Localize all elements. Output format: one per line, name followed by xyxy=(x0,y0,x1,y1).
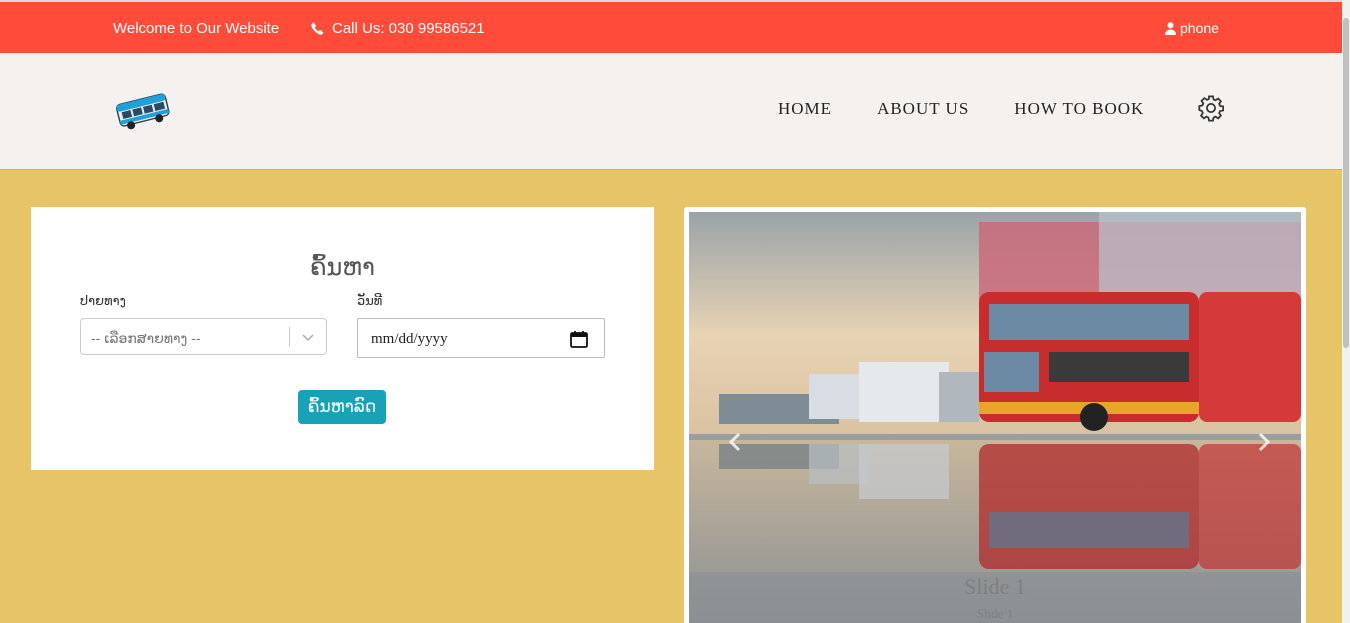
slide-caption-title: Slide 1 xyxy=(964,574,1026,599)
account-link[interactable]: phone xyxy=(1165,20,1219,36)
welcome-text: Welcome to Our Website xyxy=(113,20,280,37)
carousel-next-icon[interactable] xyxy=(1255,432,1273,452)
bus-logo-icon[interactable] xyxy=(113,87,173,135)
search-title: ຄົ້ນຫາ xyxy=(310,254,375,281)
destination-label: ປາຍທາງ xyxy=(80,293,126,308)
call-us: Call Us: 030 99586521 xyxy=(311,20,485,37)
carousel-slide: Slide 1 Slide 1 xyxy=(689,212,1301,623)
call-us-text: Call Us: 030 99586521 xyxy=(332,20,485,37)
select-separator xyxy=(289,327,290,347)
nav-about-us[interactable]: ABOUT US xyxy=(877,99,969,119)
phone-icon xyxy=(311,22,324,35)
carousel-prev-icon[interactable] xyxy=(726,432,744,452)
date-value: mm/dd/yyyy xyxy=(371,331,448,347)
top-bar: Welcome to Our Website Call Us: 030 9958… xyxy=(0,0,1342,53)
nav-home[interactable]: HOME xyxy=(778,99,832,119)
user-icon xyxy=(1165,21,1176,35)
main-nav: HOME ABOUT US HOW TO BOOK xyxy=(778,99,1144,119)
destination-select[interactable]: -- ເລືອກສາຍທາງ -- xyxy=(80,318,327,355)
search-bus-button[interactable]: ຄົ້ນຫາລົດ xyxy=(298,390,386,424)
header: HOME ABOUT US HOW TO BOOK xyxy=(0,53,1342,169)
chevron-down-icon[interactable] xyxy=(300,329,316,345)
scrollbar[interactable] xyxy=(1342,0,1350,623)
page: Welcome to Our Website Call Us: 030 9958… xyxy=(0,0,1350,623)
destination-placeholder: -- ເລືອກສາຍທາງ -- xyxy=(91,330,201,346)
date-field[interactable]: mm/dd/yyyy xyxy=(357,318,605,358)
gear-icon[interactable] xyxy=(1197,94,1225,122)
main-section: ຄົ້ນຫາ ປາຍທາງ ວັນທີ -- ເລືອກສາຍທາງ -- mm… xyxy=(0,169,1342,623)
calendar-icon[interactable] xyxy=(569,329,589,349)
slide-caption-subtitle: Slide 1 xyxy=(976,606,1014,621)
scrollbar-thumb[interactable] xyxy=(1343,18,1349,348)
account-label: phone xyxy=(1180,20,1219,36)
search-card: ຄົ້ນຫາ ປາຍທາງ ວັນທີ -- ເລືອກສາຍທາງ -- mm… xyxy=(31,207,654,470)
date-label: ວັນທີ xyxy=(357,293,383,308)
image-carousel: Slide 1 Slide 1 xyxy=(684,207,1306,623)
bus-station-photo xyxy=(689,212,1301,623)
nav-how-to-book[interactable]: HOW TO BOOK xyxy=(1014,99,1144,119)
